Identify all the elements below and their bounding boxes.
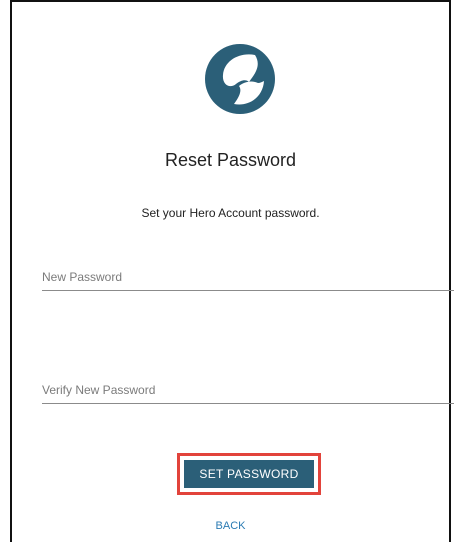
set-password-highlight: SET PASSWORD — [177, 453, 321, 495]
reset-password-panel: Reset Password Set your Hero Account pas… — [10, 0, 454, 542]
verify-password-field[interactable] — [42, 377, 454, 404]
page-subtitle: Set your Hero Account password. — [141, 206, 320, 220]
back-link[interactable]: BACK — [12, 520, 449, 532]
hero-logo-icon — [205, 44, 275, 114]
new-password-field[interactable] — [42, 264, 454, 291]
page-title: Reset Password — [164, 150, 297, 170]
verify-password-input[interactable] — [42, 377, 454, 403]
set-password-button[interactable]: SET PASSWORD — [184, 460, 314, 488]
new-password-input[interactable] — [42, 264, 454, 290]
